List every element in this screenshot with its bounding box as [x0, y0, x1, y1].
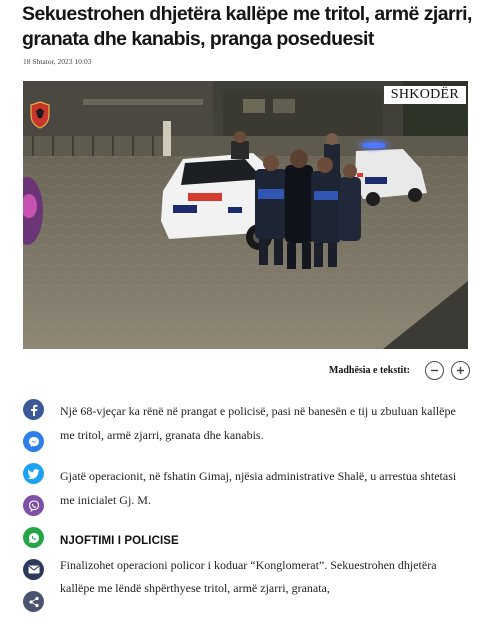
section-heading: NJOFTIMI I POLICISE — [60, 535, 179, 547]
messenger-icon — [28, 436, 39, 447]
twitter-icon — [27, 468, 39, 479]
share-messenger-button[interactable] — [23, 431, 44, 452]
email-icon — [27, 565, 40, 574]
location-watermark: SHKODËR — [383, 86, 466, 104]
share-icon — [28, 596, 39, 607]
share-facebook-button[interactable] — [23, 399, 44, 420]
night-police-scene — [23, 81, 468, 349]
article-title: Sekuestrohen dhjetëra kallëpe me tritol,… — [22, 3, 472, 50]
increase-font-button[interactable] — [451, 361, 470, 380]
article-date: 18 Shtator, 2023 10:03 — [23, 57, 92, 66]
font-size-control: Madhësia e tekstit: — [329, 361, 470, 380]
share-twitter-button[interactable] — [23, 463, 44, 484]
share-more-button[interactable] — [23, 591, 44, 612]
plus-icon — [457, 367, 464, 374]
share-email-button[interactable] — [23, 559, 44, 580]
facebook-icon — [30, 404, 37, 416]
share-viber-button[interactable] — [23, 495, 44, 516]
article-image: SHKODËR — [23, 81, 468, 349]
viber-icon — [28, 499, 39, 512]
article-body: Një 68-vjeçar ka rënë në prangat e polic… — [60, 400, 460, 619]
share-bar — [23, 399, 44, 623]
paragraph-1: Një 68-vjeçar ka rënë në prangat e polic… — [60, 404, 456, 442]
share-whatsapp-button[interactable] — [23, 527, 44, 548]
whatsapp-icon — [28, 532, 39, 543]
paragraph-2: Gjatë operacionit, në fshatin Gimaj, një… — [60, 469, 457, 507]
paragraph-3: Finalizohet operacioni policor i koduar … — [60, 557, 437, 596]
police-crest-icon — [29, 101, 51, 129]
font-size-label: Madhësia e tekstit: — [328, 365, 410, 376]
decrease-font-button[interactable] — [425, 361, 444, 380]
minus-icon — [431, 369, 438, 372]
